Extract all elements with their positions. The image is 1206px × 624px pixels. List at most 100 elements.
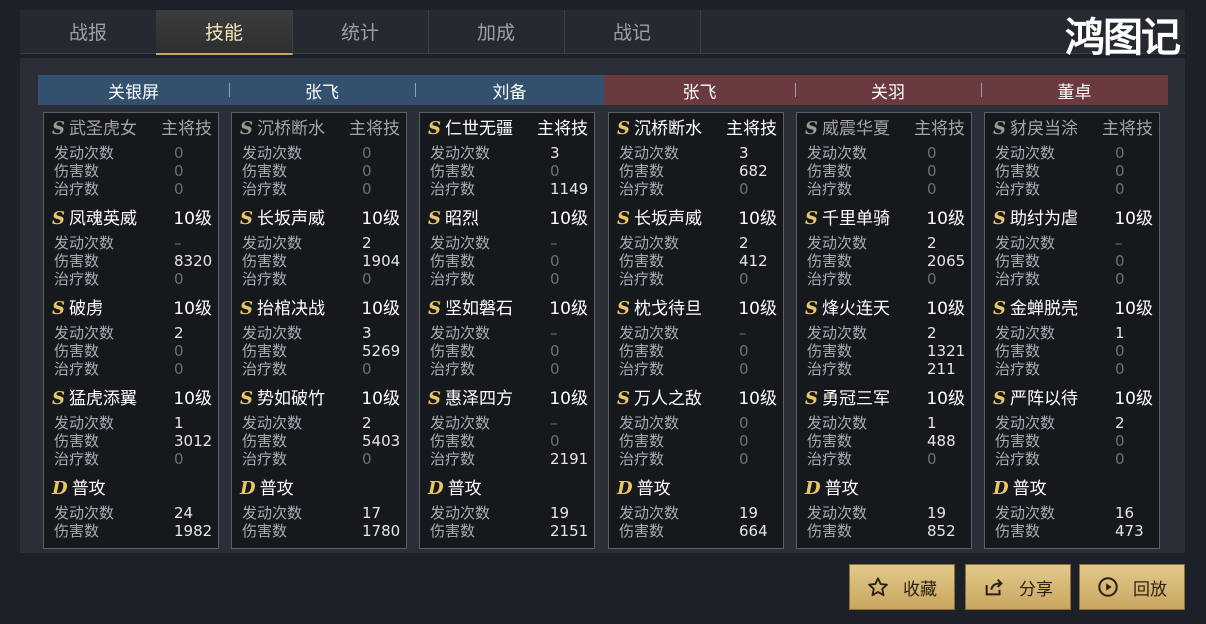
skill-block[interactable]: S 昭烈 10级 发动次数 – 伤害数 0 治疗数 0: [420, 207, 596, 288]
skill-grade: D: [52, 478, 68, 499]
stat-row-heal: 治疗数 0: [242, 450, 400, 468]
skill-block[interactable]: S 沉桥断水 主将技 发动次数 0 伤害数 0 治疗数 0: [232, 117, 408, 198]
skill-grade: S: [428, 208, 441, 229]
stat-value: 0: [1115, 162, 1125, 180]
stat-value: 0: [1115, 432, 1125, 450]
stat-row-trigger: 发动次数 –: [995, 234, 1153, 252]
skill-block[interactable]: S 破虏 10级 发动次数 2 伤害数 0 治疗数 0: [44, 297, 220, 378]
share-button[interactable]: 分享: [965, 564, 1071, 610]
stat-value: 2: [362, 414, 372, 432]
replay-button[interactable]: 回放: [1079, 564, 1185, 610]
stat-label: 发动次数: [242, 504, 303, 522]
tab-battle-record[interactable]: 战记: [564, 10, 701, 53]
skill-block[interactable]: D 普攻 发动次数 19 伤害数 2151: [420, 477, 596, 557]
share-icon: [983, 576, 1005, 598]
skill-block[interactable]: S 武圣虎女 主将技 发动次数 0 伤害数 0 治疗数 0: [44, 117, 220, 198]
skill-block[interactable]: S 严阵以待 10级 发动次数 2 伤害数 0 治疗数 0: [985, 387, 1161, 468]
stat-value: 5269: [362, 342, 401, 360]
stat-row-trigger: 发动次数 24: [54, 504, 212, 522]
skill-block[interactable]: D 普攻 发动次数 17 伤害数 1780: [232, 477, 408, 557]
stat-label: 治疗数: [54, 180, 100, 198]
stat-label: 伤害数: [619, 432, 665, 450]
stat-row-damage: 伤害数 664: [619, 522, 777, 540]
skill-block[interactable]: D 普攻 发动次数 19 伤害数 852: [797, 477, 973, 557]
stat-row-trigger: 发动次数 3: [619, 144, 777, 162]
skill-title: 普攻: [447, 479, 482, 499]
skill-title: 枕戈待旦: [634, 299, 702, 319]
skill-block[interactable]: S 仁世无疆 主将技 发动次数 3 伤害数 0 治疗数 1149: [420, 117, 596, 198]
stat-row-trigger: 发动次数 –: [430, 324, 588, 342]
stat-value: 0: [927, 162, 937, 180]
skill-level: 10级: [361, 209, 400, 229]
skill-block[interactable]: D 普攻 发动次数 24 伤害数 1982: [44, 477, 220, 557]
tab-bonus[interactable]: 加成: [428, 10, 565, 53]
skill-title: 普攻: [259, 479, 294, 499]
stat-row-damage: 伤害数 0: [995, 162, 1153, 180]
skill-block[interactable]: S 威震华夏 主将技 发动次数 0 伤害数 0 治疗数 0: [797, 117, 973, 198]
skill-block[interactable]: S 金蝉脱壳 10级 发动次数 1 伤害数 0 治疗数 0: [985, 297, 1161, 378]
stat-value: 3012: [174, 432, 213, 450]
skill-block[interactable]: S 长坂声威 10级 发动次数 2 伤害数 412 治疗数 0: [609, 207, 785, 288]
skill-block[interactable]: S 惠泽四方 10级 发动次数 – 伤害数 0 治疗数 2191: [420, 387, 596, 468]
header-divider: [415, 83, 416, 97]
skill-block[interactable]: S 抬棺决战 10级 发动次数 3 伤害数 5269 治疗数 0: [232, 297, 408, 378]
stat-row-trigger: 发动次数 2: [995, 414, 1153, 432]
skill-block[interactable]: S 长坂声威 10级 发动次数 2 伤害数 1904 治疗数 0: [232, 207, 408, 288]
stat-row-heal: 治疗数 0: [807, 180, 965, 198]
tab-statistics[interactable]: 统计: [292, 10, 429, 53]
stat-label: 治疗数: [430, 450, 476, 468]
stat-value: 0: [1115, 450, 1125, 468]
stat-value: 0: [174, 360, 184, 378]
stat-value: 0: [739, 342, 749, 360]
stat-label: 发动次数: [995, 234, 1056, 252]
stat-row-damage: 伤害数 0: [619, 342, 777, 360]
stat-value: 2: [739, 234, 749, 252]
skill-block[interactable]: S 势如破竹 10级 发动次数 2 伤害数 5403 治疗数 0: [232, 387, 408, 468]
stat-label: 伤害数: [619, 162, 665, 180]
skill-block[interactable]: S 豺戾当涂 主将技 发动次数 0 伤害数 0 治疗数 0: [985, 117, 1161, 198]
skill-title: 烽火连天: [822, 299, 890, 319]
skill-name: D 普攻: [805, 477, 859, 501]
collect-button[interactable]: 收藏: [849, 564, 955, 610]
stat-value: 0: [927, 180, 937, 198]
stat-row-heal: 治疗数 0: [995, 450, 1153, 468]
skill-block[interactable]: S 助纣为虐 10级 发动次数 – 伤害数 0 治疗数 0: [985, 207, 1161, 288]
skill-grade: S: [805, 298, 818, 319]
stat-value: 0: [362, 450, 372, 468]
skill-block[interactable]: D 普攻 发动次数 19 伤害数 664: [609, 477, 785, 557]
skill-name: S 势如破竹: [240, 387, 325, 411]
stat-row-damage: 伤害数 0: [995, 252, 1153, 270]
stat-row-damage: 伤害数 5403: [242, 432, 400, 450]
stat-row-trigger: 发动次数 19: [619, 504, 777, 522]
general-name: 关银屏: [108, 82, 159, 103]
play-icon: [1097, 576, 1119, 598]
skill-block[interactable]: S 沉桥断水 主将技 发动次数 3 伤害数 682 治疗数 0: [609, 117, 785, 198]
stat-row-damage: 伤害数 1904: [242, 252, 400, 270]
tab-battle-report[interactable]: 战报: [20, 10, 157, 53]
skill-block[interactable]: S 千里单骑 10级 发动次数 2 伤害数 2065 治疗数 0: [797, 207, 973, 288]
skill-block[interactable]: S 万人之敌 10级 发动次数 0 伤害数 0 治疗数 0: [609, 387, 785, 468]
general-header: 董卓: [981, 75, 1168, 105]
stat-label: 治疗数: [242, 180, 288, 198]
stat-row-trigger: 发动次数 0: [242, 144, 400, 162]
stat-value: 0: [362, 360, 372, 378]
skill-block[interactable]: S 烽火连天 10级 发动次数 2 伤害数 1321 治疗数 211: [797, 297, 973, 378]
skill-name: S 千里单骑: [805, 207, 890, 231]
skill-block[interactable]: S 坚如磐石 10级 发动次数 – 伤害数 0 治疗数 0: [420, 297, 596, 378]
skill-title: 严阵以待: [1010, 389, 1078, 409]
skill-level: 10级: [1114, 389, 1153, 409]
skill-block[interactable]: S 枕戈待旦 10级 发动次数 – 伤害数 0 治疗数 0: [609, 297, 785, 378]
skill-block[interactable]: S 勇冠三军 10级 发动次数 1 伤害数 488 治疗数 0: [797, 387, 973, 468]
stat-label: 发动次数: [54, 234, 115, 252]
stat-row-damage: 伤害数 0: [619, 432, 777, 450]
stat-row-trigger: 发动次数 3: [430, 144, 588, 162]
stat-value: 0: [739, 180, 749, 198]
skill-level: 10级: [1114, 299, 1153, 319]
skill-block[interactable]: D 普攻 发动次数 16 伤害数 473: [985, 477, 1161, 557]
tab-skills[interactable]: 技能: [156, 10, 293, 55]
stat-row-trigger: 发动次数 2: [807, 324, 965, 342]
skill-block[interactable]: S 猛虎添翼 10级 发动次数 1 伤害数 3012 治疗数 0: [44, 387, 220, 468]
skill-name: S 金蝉脱壳: [993, 297, 1078, 321]
skill-block[interactable]: S 凤魂英威 10级 发动次数 – 伤害数 8320 治疗数 0: [44, 207, 220, 288]
stat-label: 发动次数: [995, 144, 1056, 162]
